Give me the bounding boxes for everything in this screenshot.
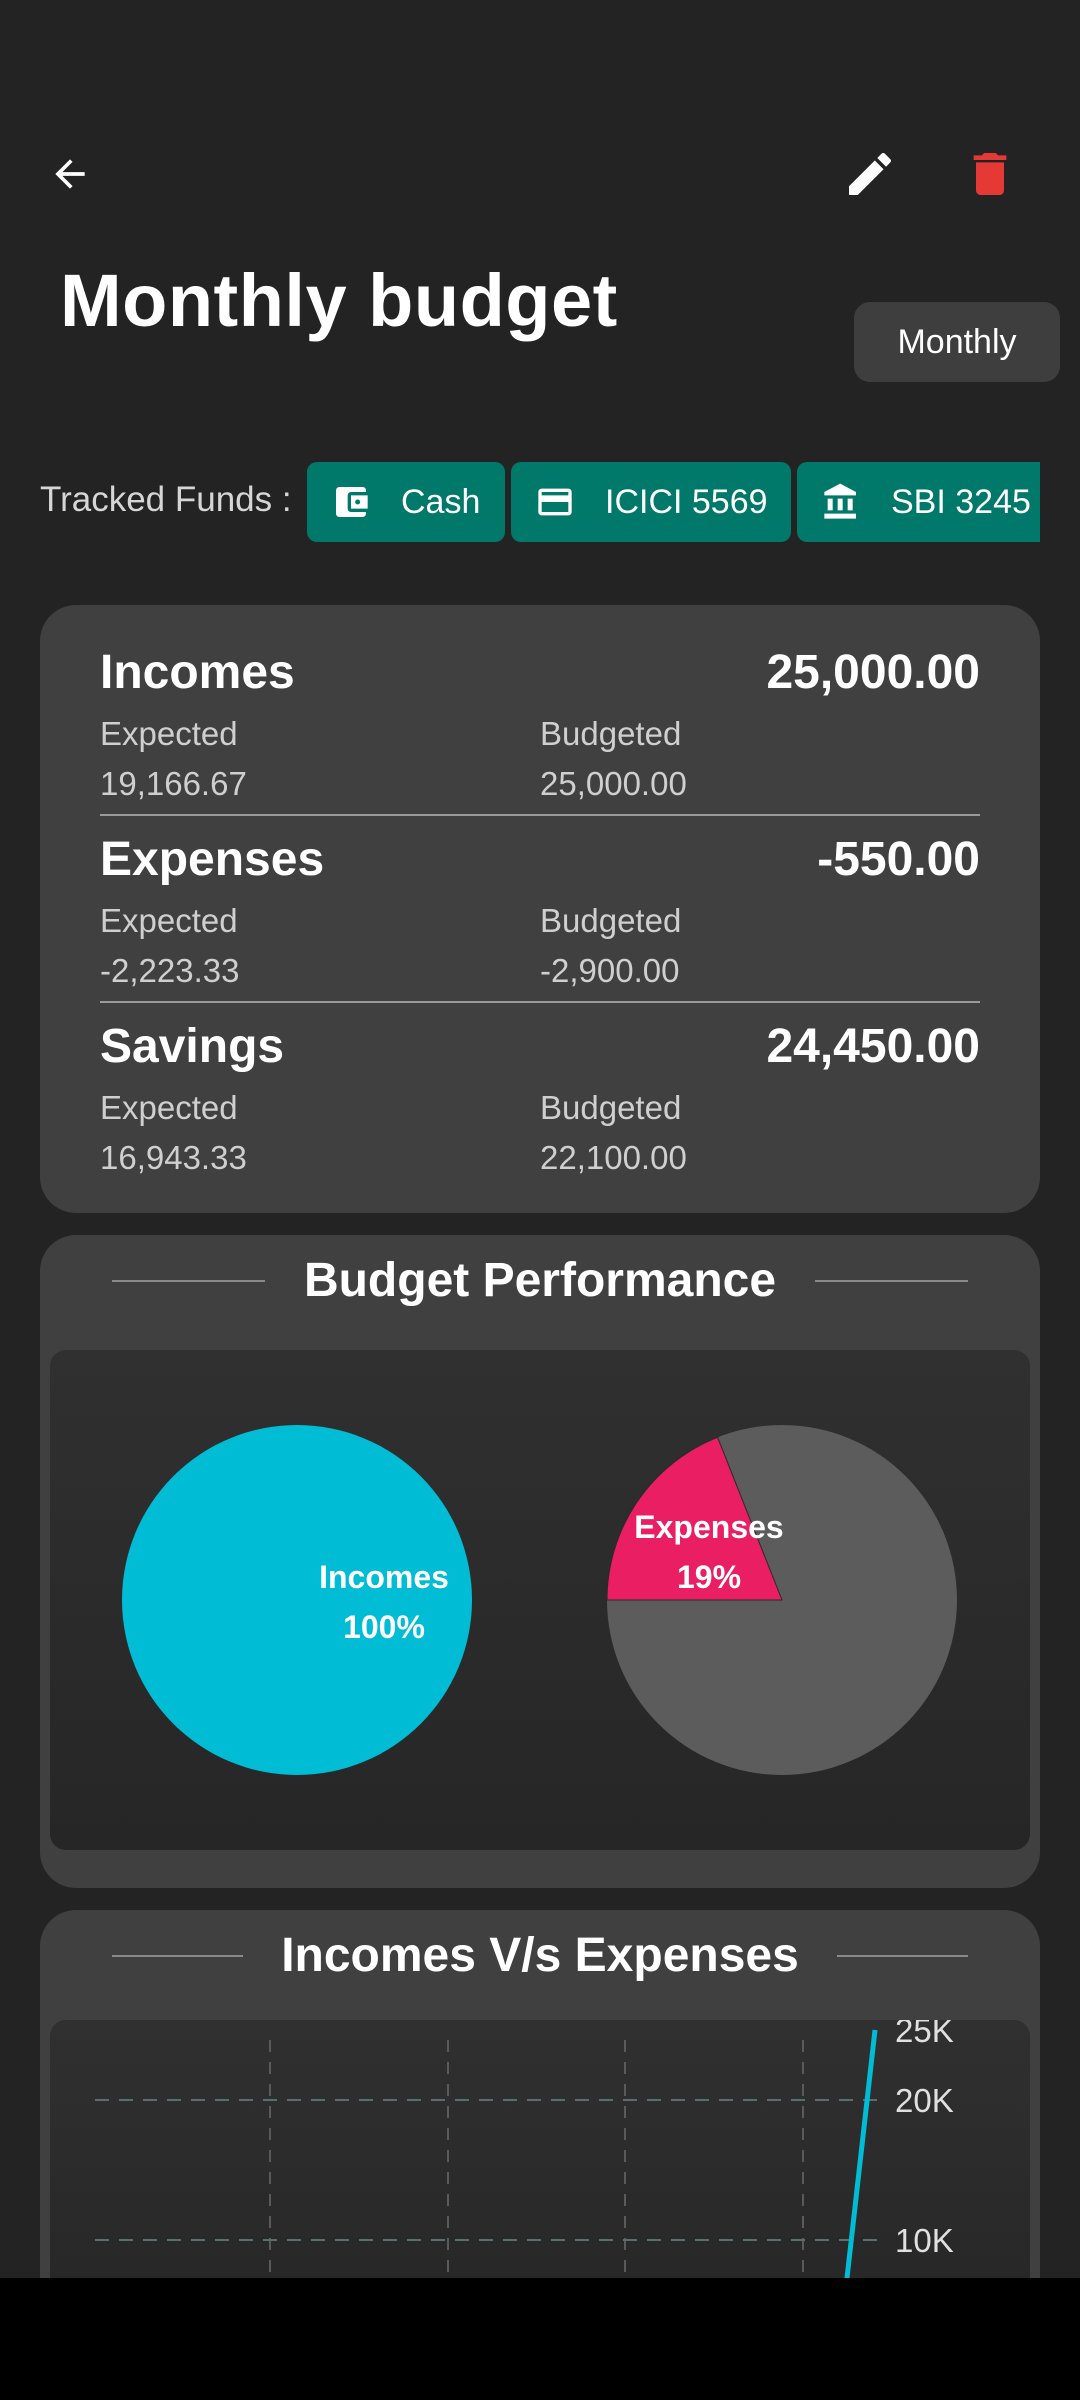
savings-total: 24,450.00 xyxy=(766,1020,980,1073)
expenses-pie-percent: 19% xyxy=(677,1559,741,1595)
savings-title: Savings xyxy=(100,1020,285,1073)
expenses-total: -550.00 xyxy=(817,833,980,886)
expenses-title: Expenses xyxy=(100,833,325,886)
edit-button[interactable] xyxy=(820,124,920,224)
incomes-expected-label: Expected xyxy=(100,715,238,752)
delete-button[interactable] xyxy=(940,124,1040,224)
y-tick-label: 25K xyxy=(895,2020,954,2049)
wallet-icon xyxy=(336,487,368,517)
incomes-pie-percent: 100% xyxy=(343,1609,425,1645)
savings-expected-label: Expected xyxy=(100,1089,238,1126)
incomes-pie-slice xyxy=(122,1425,472,1775)
fund-chip-label: ICICI 5569 xyxy=(605,482,768,521)
divider xyxy=(100,814,980,816)
trash-icon xyxy=(973,153,1007,195)
incomes-title: Incomes xyxy=(100,646,295,699)
expenses-expected-label: Expected xyxy=(100,902,238,939)
incomes-expected-value: 19,166.67 xyxy=(100,765,247,802)
fund-chip-sbi[interactable]: SBI 3245 xyxy=(797,462,1040,542)
period-selector[interactable]: Monthly xyxy=(854,302,1060,382)
tracked-funds-label: Tracked Funds : xyxy=(40,480,292,519)
savings-budgeted-value: 22,100.00 xyxy=(540,1139,687,1176)
expenses-budgeted-label: Budgeted xyxy=(540,902,682,939)
fund-chip-icici[interactable]: ICICI 5569 xyxy=(511,462,791,542)
budget-performance-card: Budget Performance Incomes 100% Expenses… xyxy=(40,1235,1040,1888)
fund-chip-label: SBI 3245 xyxy=(891,482,1031,521)
incomes-pie-label: Incomes xyxy=(319,1559,449,1595)
title-rule xyxy=(815,1280,968,1282)
incomes-budgeted-value: 25,000.00 xyxy=(540,765,687,802)
pie-panel: Incomes 100% Expenses 19% xyxy=(50,1350,1030,1850)
back-button[interactable] xyxy=(20,124,120,224)
title-rule xyxy=(837,1955,968,1957)
arrow-left-icon xyxy=(55,159,85,189)
y-tick-label: 20K xyxy=(895,2082,954,2119)
savings-budgeted-label: Budgeted xyxy=(540,1089,682,1126)
fund-chip-cash[interactable]: Cash xyxy=(307,462,505,542)
expenses-pie-label: Expenses xyxy=(634,1509,783,1545)
summary-card: Incomes 25,000.00 Expected 19,166.67 Bud… xyxy=(40,605,1040,1213)
savings-expected-value: 16,943.33 xyxy=(100,1139,247,1176)
incomes-total: 25,000.00 xyxy=(766,646,980,699)
incomes-vs-expenses-card: Incomes V/s Expenses 25K 20K 10K xyxy=(40,1910,1040,2341)
divider xyxy=(100,1001,980,1003)
incomes-budgeted-label: Budgeted xyxy=(540,715,682,752)
credit-card-icon xyxy=(538,488,572,516)
pencil-icon xyxy=(849,152,892,195)
page-title: Monthly budget xyxy=(60,259,618,342)
fund-chip-label: Cash xyxy=(401,482,481,521)
bank-icon xyxy=(824,483,856,519)
expenses-budgeted-value: -2,900.00 xyxy=(540,952,680,989)
budget-pie-charts: Incomes 100% Expenses 19% xyxy=(122,1425,957,1775)
y-tick-label: 10K xyxy=(895,2222,954,2259)
expenses-expected-value: -2,223.33 xyxy=(100,952,240,989)
system-navigation-bar xyxy=(0,2278,1080,2400)
